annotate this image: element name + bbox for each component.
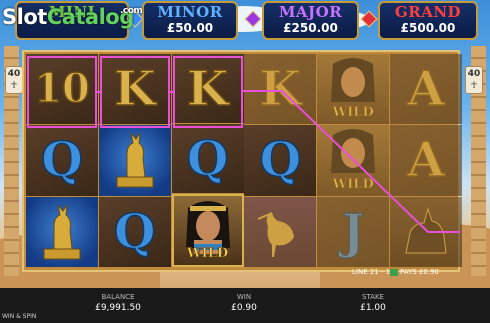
win-value: £0.90 bbox=[231, 303, 257, 313]
stake-value: £1.00 bbox=[360, 303, 386, 313]
line-win-text: LINE 21 - 10 bbox=[352, 268, 395, 276]
stake-label: STAKE bbox=[362, 293, 384, 301]
slot-game-scene: MINI MINOR £50.00 MAJOR £250.00 GRAND £5… bbox=[0, 0, 490, 323]
win-label: WIN bbox=[236, 293, 252, 301]
payline-indicator-icon bbox=[390, 269, 398, 276]
bottom-status-bar: BALANCE £9,991.50 WIN £0.90 STAKE £1.00 … bbox=[0, 288, 490, 323]
stake-display[interactable]: STAKE £1.00 bbox=[355, 293, 391, 314]
line-pays-text: PAYS £0.90 bbox=[400, 268, 440, 276]
win-display: WIN £0.90 bbox=[226, 293, 262, 314]
balance-display: BALANCE £9,991.50 bbox=[90, 293, 146, 314]
win-and-spin-label: WIN & SPIN bbox=[2, 313, 37, 320]
balance-label: BALANCE bbox=[101, 293, 135, 301]
balance-value: £9,991.50 bbox=[95, 303, 141, 313]
